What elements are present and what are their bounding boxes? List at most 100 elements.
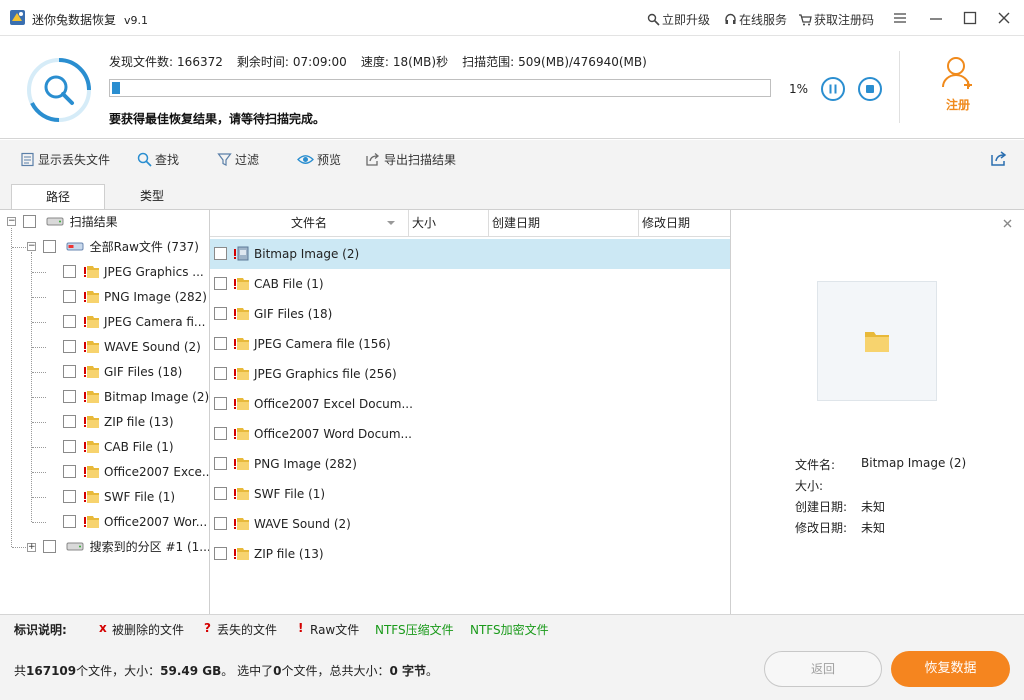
find-button[interactable]: 查找 <box>137 151 179 168</box>
filter-label: 过滤 <box>235 153 260 167</box>
menu-icon[interactable] <box>890 8 910 28</box>
column-modified[interactable]: 修改日期 <box>639 210 730 237</box>
tree-item[interactable]: ZIP file (13) <box>63 411 174 433</box>
file-row[interactable]: SWF File (1) <box>210 479 730 509</box>
range-value: 509(MB)/476940(MB) <box>518 55 647 69</box>
tree-item[interactable]: Bitmap Image (2) <box>63 386 209 408</box>
checkbox[interactable] <box>214 547 227 560</box>
register-label: 注册 <box>945 98 970 112</box>
column-name[interactable]: 文件名 <box>210 210 409 237</box>
maximize-icon[interactable] <box>960 8 980 28</box>
preview-thumbnail <box>817 281 937 401</box>
tab-path[interactable]: 路径 <box>11 184 105 209</box>
file-row[interactable]: Office2007 Word Docum... <box>210 419 730 449</box>
checkbox[interactable] <box>214 427 227 440</box>
tree-item[interactable]: JPEG Graphics ... <box>63 261 204 283</box>
share-icon[interactable] <box>990 151 1008 167</box>
checkbox[interactable] <box>23 215 36 228</box>
document-list-icon <box>21 152 34 167</box>
collapse-toggle[interactable]: − <box>7 217 16 226</box>
online-service-label: 在线服务 <box>739 13 788 27</box>
upgrade-link[interactable]: 立即升级 <box>647 11 710 28</box>
legend-ntfs-compressed: NTFS压缩文件 <box>375 623 454 637</box>
checkbox[interactable] <box>43 240 56 253</box>
cart-icon <box>799 14 812 26</box>
file-row[interactable]: JPEG Camera file (156) <box>210 329 730 359</box>
tree-item[interactable]: GIF Files (18) <box>63 361 182 383</box>
tree-partition[interactable]: 搜索到的分区 #1 (1... <box>43 536 209 558</box>
tree-raw-all[interactable]: 全部Raw文件 (737) <box>43 236 199 258</box>
summary-text-part: 。 <box>426 664 439 678</box>
tree-line <box>32 522 46 523</box>
export-label: 导出扫描结果 <box>384 153 457 167</box>
tab-type[interactable]: 类型 <box>105 184 199 209</box>
search-icon <box>137 152 152 167</box>
tree-root[interactable]: 扫描结果 <box>23 211 118 233</box>
file-row[interactable]: GIF Files (18) <box>210 299 730 329</box>
checkbox[interactable] <box>214 367 227 380</box>
user-add-icon <box>942 57 972 89</box>
export-button[interactable]: 导出扫描结果 <box>365 151 456 168</box>
scan-status-panel: 发现文件数: 166372 剩余时间: 07:09:00 速度: 18(MB)秒 扫描范围:… <box>0 37 1024 139</box>
file-row[interactable]: ZIP file (13) <box>210 539 730 569</box>
checkbox[interactable] <box>214 517 227 530</box>
preview-button[interactable]: 预览 <box>297 151 341 168</box>
tree-item[interactable]: SWF File (1) <box>63 486 175 508</box>
minimize-icon[interactable] <box>926 8 946 28</box>
tree-item[interactable]: PNG Image (282) <box>63 286 207 308</box>
file-row[interactable]: CAB File (1) <box>210 269 730 299</box>
checkbox[interactable] <box>63 365 76 378</box>
checkbox[interactable] <box>63 515 76 528</box>
tree-item-label: GIF Files (18) <box>104 365 183 379</box>
checkbox[interactable] <box>214 457 227 470</box>
get-code-link[interactable]: 获取注册码 <box>798 11 874 28</box>
checkbox[interactable] <box>214 247 227 260</box>
recover-button[interactable]: 恢复数据 <box>891 651 1010 687</box>
register-button[interactable]: 注册 <box>930 55 986 113</box>
show-lost-files-button[interactable]: 显示丢失文件 <box>20 151 110 168</box>
speed-label: 速度: <box>360 55 389 69</box>
checkbox[interactable] <box>63 390 76 403</box>
checkbox[interactable] <box>214 307 227 320</box>
checkbox[interactable] <box>214 487 227 500</box>
app-version: v9.1 <box>124 14 149 27</box>
checkbox[interactable] <box>214 277 227 290</box>
close-preview-icon[interactable] <box>1003 219 1012 228</box>
tree-item[interactable]: Office2007 Exce... <box>63 461 209 483</box>
column-created[interactable]: 创建日期 <box>489 210 639 237</box>
tree-item[interactable]: CAB File (1) <box>63 436 174 458</box>
pause-button[interactable] <box>821 77 845 101</box>
file-row[interactable]: Bitmap Image (2) <box>210 239 730 269</box>
checkbox[interactable] <box>63 490 76 503</box>
checkbox[interactable] <box>63 315 76 328</box>
file-row[interactable]: Office2007 Excel Docum... <box>210 389 730 419</box>
tree-item[interactable]: WAVE Sound (2) <box>63 336 201 358</box>
checkbox[interactable] <box>214 397 227 410</box>
collapse-toggle[interactable]: − <box>27 242 36 251</box>
checkbox[interactable] <box>63 290 76 303</box>
scan-hint: 要获得最佳恢复结果，请等待扫描完成。 <box>109 112 326 126</box>
file-name: GIF Files (18) <box>254 307 333 321</box>
checkbox[interactable] <box>43 540 56 553</box>
column-size[interactable]: 大小 <box>409 210 489 237</box>
online-service-link[interactable]: 在线服务 <box>724 11 787 28</box>
stop-button[interactable] <box>858 77 882 101</box>
back-button[interactable]: 返回 <box>764 651 882 687</box>
close-icon[interactable] <box>994 8 1014 28</box>
sort-down-icon <box>387 221 395 225</box>
checkbox[interactable] <box>63 415 76 428</box>
checkbox[interactable] <box>63 340 76 353</box>
file-row[interactable]: JPEG Graphics file (256) <box>210 359 730 389</box>
checkbox[interactable] <box>63 265 76 278</box>
file-list: 文件名 大小 创建日期 修改日期 Bitmap Image (2) CAB Fil… <box>210 209 731 614</box>
summary-text-part: 个文件，总共大小： <box>281 664 390 678</box>
filter-button[interactable]: 过滤 <box>217 151 259 168</box>
tree-item[interactable]: JPEG Camera fi... <box>63 311 205 333</box>
file-row[interactable]: WAVE Sound (2) <box>210 509 730 539</box>
checkbox[interactable] <box>63 465 76 478</box>
expand-toggle[interactable]: + <box>27 543 36 552</box>
checkbox[interactable] <box>63 440 76 453</box>
file-row[interactable]: PNG Image (282) <box>210 449 730 479</box>
checkbox[interactable] <box>214 337 227 350</box>
tree-item[interactable]: Office2007 Wor... <box>63 511 207 533</box>
